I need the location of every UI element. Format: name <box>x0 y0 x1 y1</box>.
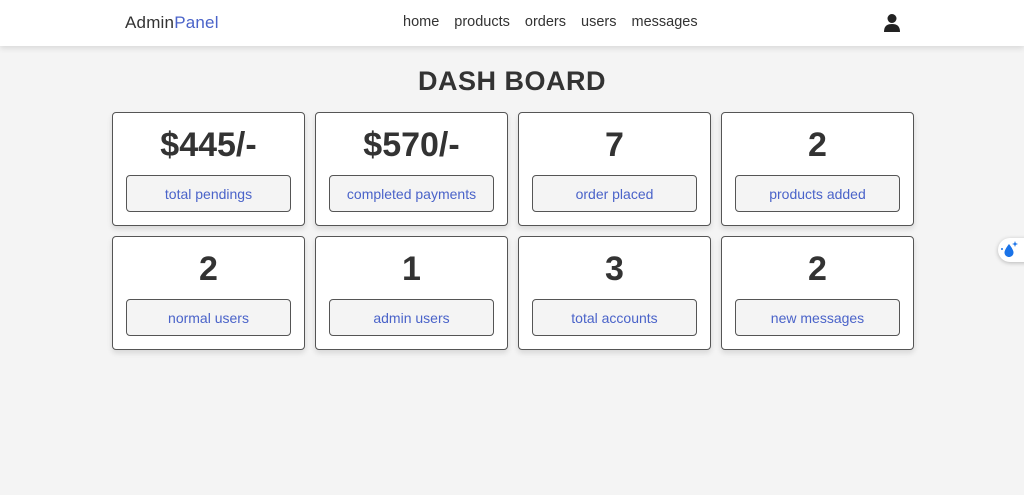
stat-card-order-placed: 7 order placed <box>518 112 711 226</box>
stat-value: 2 <box>199 250 218 288</box>
total-accounts-button[interactable]: total accounts <box>532 299 697 336</box>
stat-value: $570/- <box>363 126 460 164</box>
stat-card-completed-payments: $570/- completed payments <box>315 112 508 226</box>
stat-card-products-added: 2 products added <box>721 112 914 226</box>
nav-messages[interactable]: messages <box>631 14 697 30</box>
sparkle-droplet-icon <box>1001 241 1018 257</box>
logo[interactable]: AdminPanel <box>125 13 219 33</box>
stats-grid: $445/- total pendings $570/- completed p… <box>112 112 914 350</box>
header: AdminPanel home products orders users me… <box>0 0 1024 46</box>
normal-users-button[interactable]: normal users <box>126 299 291 336</box>
stat-card-admin-users: 1 admin users <box>315 236 508 350</box>
stat-card-normal-users: 2 normal users <box>112 236 305 350</box>
stat-card-total-accounts: 3 total accounts <box>518 236 711 350</box>
stat-value: 7 <box>605 126 624 164</box>
floating-widget[interactable] <box>998 238 1024 262</box>
nav-products[interactable]: products <box>454 14 510 30</box>
nav-home[interactable]: home <box>403 14 439 30</box>
stat-card-new-messages: 2 new messages <box>721 236 914 350</box>
stat-value: 2 <box>808 250 827 288</box>
stat-card-total-pendings: $445/- total pendings <box>112 112 305 226</box>
admin-users-button[interactable]: admin users <box>329 299 494 336</box>
page-title: DASH BOARD <box>417 66 606 96</box>
total-pendings-button[interactable]: total pendings <box>126 175 291 212</box>
user-icon[interactable] <box>882 13 902 33</box>
stat-value: $445/- <box>160 126 257 164</box>
main-nav: home products orders users messages <box>403 14 698 30</box>
nav-orders[interactable]: orders <box>525 14 566 30</box>
nav-users[interactable]: users <box>581 14 616 30</box>
order-placed-button[interactable]: order placed <box>532 175 697 212</box>
logo-accent: Panel <box>174 13 219 32</box>
stat-value: 3 <box>605 250 624 288</box>
logo-prefix: Admin <box>125 13 175 32</box>
completed-payments-button[interactable]: completed payments <box>329 175 494 212</box>
products-added-button[interactable]: products added <box>735 175 900 212</box>
new-messages-button[interactable]: new messages <box>735 299 900 336</box>
stat-value: 2 <box>808 126 827 164</box>
stat-value: 1 <box>402 250 421 288</box>
